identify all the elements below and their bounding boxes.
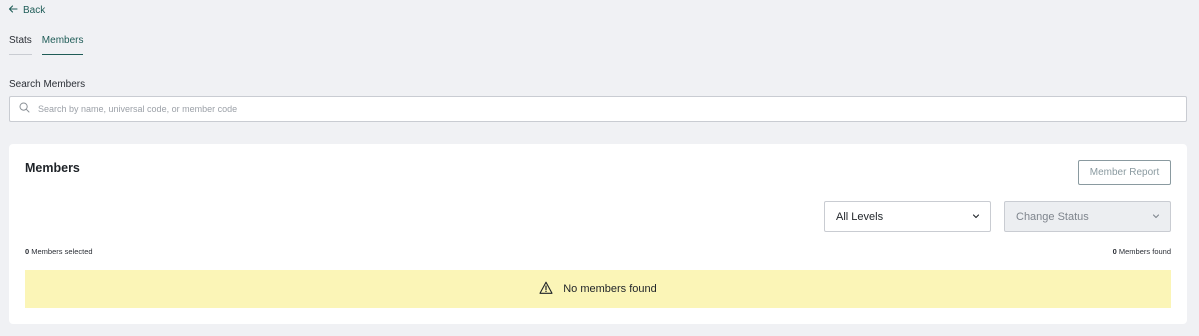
members-card-title: Members bbox=[25, 161, 80, 175]
back-link[interactable]: Back bbox=[8, 4, 45, 17]
warning-triangle-icon bbox=[539, 281, 553, 298]
level-filter-select[interactable]: All Levels bbox=[824, 201, 991, 232]
search-label: Search Members bbox=[9, 79, 86, 90]
search-field[interactable] bbox=[9, 96, 1187, 122]
members-card: Members Member Report All Levels Change … bbox=[9, 144, 1187, 324]
tab-bar: Stats Members bbox=[9, 35, 84, 55]
search-input[interactable] bbox=[38, 97, 1186, 121]
search-icon bbox=[19, 100, 30, 118]
selected-count-text: Members selected bbox=[31, 247, 93, 256]
back-label: Back bbox=[23, 5, 46, 16]
found-count-value: 0 bbox=[1112, 247, 1117, 256]
member-report-button[interactable]: Member Report bbox=[1078, 160, 1171, 185]
empty-state-message: No members found bbox=[563, 283, 657, 295]
chevron-down-icon bbox=[1152, 211, 1160, 223]
change-status-select[interactable]: Change Status bbox=[1004, 201, 1171, 232]
members-found-count: 0 Members found bbox=[1113, 247, 1171, 256]
tab-stats[interactable]: Stats bbox=[9, 35, 32, 55]
empty-state-banner: No members found bbox=[25, 270, 1171, 308]
members-selected-count: 0 Members selected bbox=[25, 247, 93, 256]
chevron-down-icon bbox=[972, 211, 980, 223]
selected-count-value: 0 bbox=[25, 247, 30, 256]
arrow-left-icon bbox=[8, 4, 18, 17]
change-status-value: Change Status bbox=[1016, 210, 1089, 223]
found-count-text: Members found bbox=[1118, 247, 1171, 256]
tab-members[interactable]: Members bbox=[41, 35, 84, 55]
level-filter-value: All Levels bbox=[836, 210, 884, 223]
